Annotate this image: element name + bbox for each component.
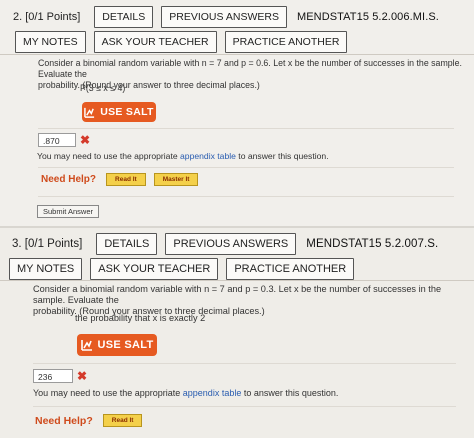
divider bbox=[0, 280, 474, 281]
appendix-table-link[interactable]: appendix table bbox=[183, 388, 242, 398]
question-2-header: 2. [0/1 Points] DETAILS PREVIOUS ANSWERS… bbox=[13, 6, 439, 28]
appendix-table-link[interactable]: appendix table bbox=[180, 151, 236, 161]
separator-line bbox=[38, 196, 454, 197]
submit-answer-button[interactable]: Submit Answer bbox=[37, 205, 100, 218]
appendix-suffix: to answer this question. bbox=[241, 388, 339, 398]
x-mark-icon: ✖ bbox=[80, 133, 91, 147]
probability-expression: the probability that x is exactly 2 bbox=[75, 313, 206, 323]
need-help-row: Need Help? Read It bbox=[35, 414, 150, 427]
need-help-label: Need Help? bbox=[35, 414, 93, 427]
use-salt-button[interactable]: USE SALT bbox=[82, 102, 156, 122]
previous-answers-button[interactable]: PREVIOUS ANSWERS bbox=[165, 233, 297, 255]
question-number: 2. [0/1 Points] bbox=[13, 11, 81, 23]
probability-expression: P(3 ≤ x ≤ 4) bbox=[80, 83, 126, 93]
master-it-button[interactable]: Master It bbox=[153, 173, 199, 186]
divider bbox=[0, 54, 474, 55]
question-number: 3. [0/1 Points] bbox=[12, 238, 83, 250]
details-button[interactable]: DETAILS bbox=[94, 6, 154, 28]
ask-teacher-button[interactable]: ASK YOUR TEACHER bbox=[93, 31, 217, 53]
need-help-label: Need Help? bbox=[41, 174, 97, 185]
my-notes-button[interactable]: MY NOTES bbox=[15, 31, 86, 53]
details-button[interactable]: DETAILS bbox=[96, 233, 158, 255]
question-3-panel: 3. [0/1 Points] DETAILS PREVIOUS ANSWERS… bbox=[0, 228, 474, 438]
appendix-prefix: You may need to use the appropriate bbox=[33, 388, 183, 398]
question-code: MENDSTAT15 5.2.007.S. bbox=[306, 238, 439, 250]
salt-calculator-icon bbox=[80, 340, 92, 351]
question-2-toolbar: MY NOTES ASK YOUR TEACHER PRACTICE ANOTH… bbox=[15, 31, 355, 53]
read-it-button[interactable]: Read It bbox=[102, 414, 143, 427]
separator-line bbox=[33, 363, 456, 364]
prompt-line-1: Consider a binomial random variable with… bbox=[33, 284, 442, 305]
appendix-note: You may need to use the appropriate appe… bbox=[37, 151, 329, 161]
ask-teacher-button[interactable]: ASK YOUR TEACHER bbox=[90, 258, 219, 280]
question-3-header: 3. [0/1 Points] DETAILS PREVIOUS ANSWERS… bbox=[12, 233, 438, 255]
practice-another-button[interactable]: PRACTICE ANOTHER bbox=[226, 258, 355, 280]
separator-line bbox=[38, 167, 454, 168]
use-salt-label: USE SALT bbox=[100, 106, 154, 118]
answer-input[interactable]: .870 bbox=[38, 133, 76, 147]
separator-line bbox=[33, 406, 456, 407]
question-3-toolbar: MY NOTES ASK YOUR TEACHER PRACTICE ANOTH… bbox=[9, 258, 362, 280]
answer-input[interactable]: 236 bbox=[33, 369, 73, 383]
read-it-button[interactable]: Read It bbox=[106, 173, 146, 186]
question-2-panel: 2. [0/1 Points] DETAILS PREVIOUS ANSWERS… bbox=[0, 0, 474, 226]
use-salt-button[interactable]: USE SALT bbox=[77, 334, 157, 356]
separator-line bbox=[38, 128, 454, 129]
question-code: MENDSTAT15 5.2.006.MI.S. bbox=[296, 11, 439, 23]
my-notes-button[interactable]: MY NOTES bbox=[9, 258, 83, 280]
appendix-prefix: You may need to use the appropriate bbox=[37, 151, 181, 161]
x-mark-icon: ✖ bbox=[77, 369, 88, 383]
appendix-suffix: to answer this question. bbox=[235, 151, 329, 161]
salt-calculator-icon bbox=[84, 107, 95, 118]
use-salt-label: USE SALT bbox=[97, 339, 154, 351]
practice-another-button[interactable]: PRACTICE ANOTHER bbox=[224, 31, 348, 53]
prompt-line-1: Consider a binomial random variable with… bbox=[38, 58, 462, 79]
previous-answers-button[interactable]: PREVIOUS ANSWERS bbox=[161, 6, 287, 28]
need-help-row: Need Help? Read It Master It bbox=[41, 173, 206, 186]
appendix-note: You may need to use the appropriate appe… bbox=[33, 388, 338, 398]
